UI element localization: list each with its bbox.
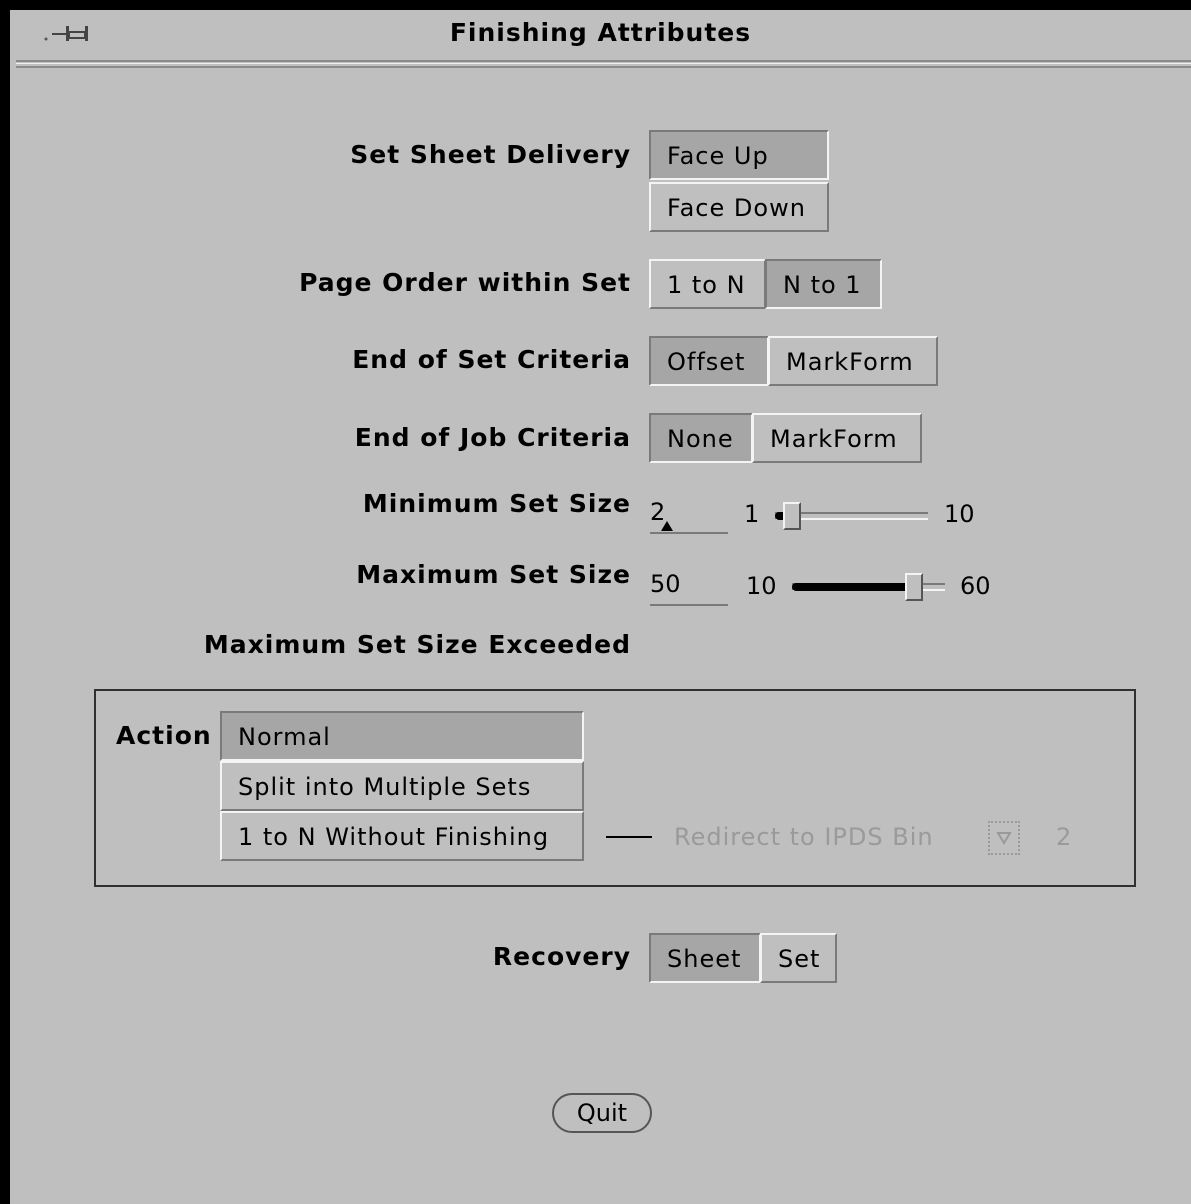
finishing-attributes-window: Finishing Attributes Set Sheet Delivery … [0,0,1191,1204]
offset-option[interactable]: Offset [649,336,769,386]
max-set-size-value: 50 [650,570,681,598]
redirect-bin-menu-button[interactable] [988,821,1020,855]
max-scale-high: 60 [960,572,991,600]
min-set-size-field[interactable]: 2 [650,498,728,534]
face-up-option[interactable]: Face Up [649,130,829,180]
end-of-job-label: End of Job Criteria [354,423,631,452]
action-split-option[interactable]: Split into Multiple Sets [220,761,584,811]
min-scale-low: 1 [744,500,760,528]
one-to-n-option[interactable]: 1 to N [649,259,766,309]
menu-arrow-icon [996,832,1012,845]
max-scale-low: 10 [746,572,777,600]
max-set-size-slider-knob[interactable] [905,573,924,601]
recovery-set-option[interactable]: Set [760,933,837,983]
end-of-set-label: End of Set Criteria [352,345,631,374]
redirect-bin-value: 2 [1056,823,1073,851]
action-normal-option[interactable]: Normal [220,711,584,761]
sheet-delivery-label: Set Sheet Delivery [350,140,631,169]
max-set-size-field[interactable]: 50 [650,570,728,606]
quit-button[interactable]: Quit [552,1093,652,1133]
end-of-job-markform-option[interactable]: MarkForm [752,413,922,463]
exceeded-group-box: Action Normal Split into Multiple Sets 1… [94,689,1136,887]
end-of-set-markform-option[interactable]: MarkForm [768,336,938,386]
exceeded-heading: Maximum Set Size Exceeded [203,630,631,659]
title-divider-shadow [16,66,1191,68]
connector-line [606,836,652,838]
action-label: Action [116,721,212,750]
min-scale-high: 10 [944,500,975,528]
recovery-label: Recovery [492,942,631,971]
page-order-label: Page Order within Set [299,268,631,297]
none-option[interactable]: None [649,413,753,463]
max-set-size-slider-fill [792,583,915,591]
redirect-label: Redirect to IPDS Bin [674,823,934,851]
title-bar: Finishing Attributes [10,10,1191,60]
recovery-sheet-option[interactable]: Sheet [649,933,761,983]
action-one-to-n-option[interactable]: 1 to N Without Finishing [220,811,584,861]
min-set-size-label: Minimum Set Size [362,489,631,518]
min-set-size-slider-knob[interactable] [782,502,801,530]
caret-icon [661,521,673,531]
n-to-one-option[interactable]: N to 1 [765,259,882,309]
max-set-size-label: Maximum Set Size [356,560,631,589]
title-divider [16,60,1191,62]
face-down-option[interactable]: Face Down [649,182,829,232]
window-title: Finishing Attributes [449,18,752,47]
title-divider-highlight [16,63,1191,64]
